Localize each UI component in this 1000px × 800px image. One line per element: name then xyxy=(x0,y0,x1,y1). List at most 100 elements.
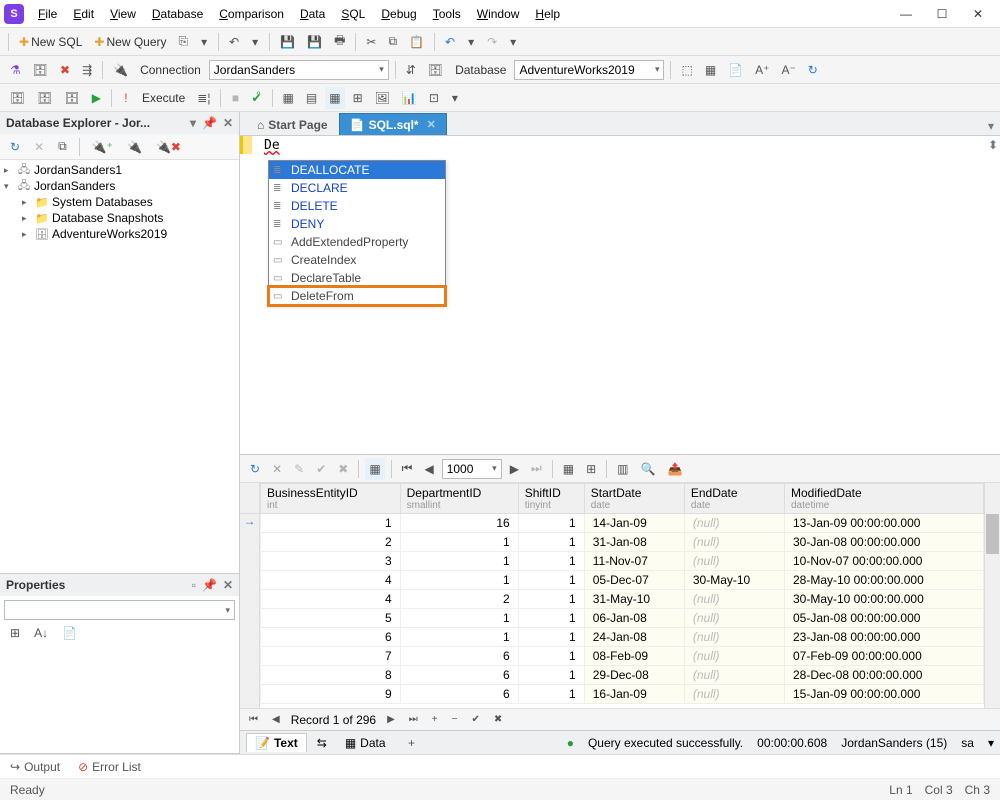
panel-close-icon[interactable]: ✕ xyxy=(223,116,233,130)
new-sql-button[interactable]: ✚New SQL xyxy=(15,31,86,53)
table-row[interactable]: 76108-Feb-09(null)07-Feb-09 00:00:00.000 xyxy=(261,647,984,666)
error-list-button[interactable]: ⊘ Error List xyxy=(78,760,141,774)
table-cell[interactable]: 15-Jan-09 00:00:00.000 xyxy=(784,685,983,704)
gridopt-3[interactable]: ▦ xyxy=(325,87,344,109)
menu-comparison[interactable]: Comparison xyxy=(213,5,290,23)
table-cell[interactable]: (null) xyxy=(684,666,784,685)
table-row[interactable]: 96116-Jan-09(null)15-Jan-09 00:00:00.000 xyxy=(261,685,984,704)
run-button[interactable]: ▶ xyxy=(88,87,105,109)
nav-last[interactable]: ⏭ xyxy=(406,714,421,725)
flask-icon[interactable]: ⚗ xyxy=(6,59,25,81)
table-cell[interactable]: 24-Jan-08 xyxy=(584,628,684,647)
table-cell[interactable]: 1 xyxy=(400,552,518,571)
table-cell[interactable]: 10-Nov-07 00:00:00.000 xyxy=(784,552,983,571)
autocomplete-item[interactable]: ≣DEALLOCATE xyxy=(269,161,445,179)
output-button[interactable]: ↪ Output xyxy=(10,760,60,774)
nav-commit[interactable]: ✔ xyxy=(468,714,482,725)
page-next-button[interactable]: ▶ xyxy=(506,458,523,480)
db3-btn[interactable]: 🗄 xyxy=(60,87,83,109)
grid-mode-button[interactable]: ▦ xyxy=(365,458,384,480)
table-cell[interactable]: 6 xyxy=(400,685,518,704)
table-cell[interactable]: 30-May-10 00:00:00.000 xyxy=(784,590,983,609)
new-conn-button[interactable]: 🔌⁺ xyxy=(88,136,117,158)
table-row[interactable]: 116114-Jan-09(null)13-Jan-09 00:00:00.00… xyxy=(261,514,984,533)
table-cell[interactable]: (null) xyxy=(684,628,784,647)
props-pin-icon[interactable]: 📌 xyxy=(202,578,217,592)
table-cell[interactable]: (null) xyxy=(684,647,784,666)
swap-tabs-icon[interactable]: ⇆ xyxy=(317,736,327,750)
table-cell[interactable]: 08-Feb-09 xyxy=(584,647,684,666)
tree-twisty[interactable]: ▸ xyxy=(22,229,32,240)
table-cell[interactable]: 31-May-10 xyxy=(584,590,684,609)
disconnect-button[interactable]: 🔌✖ xyxy=(152,136,185,158)
format-btn2[interactable]: ▦ xyxy=(701,59,720,81)
tree-twisty[interactable]: ▸ xyxy=(4,165,14,176)
table-cell[interactable]: 31-Jan-08 xyxy=(584,533,684,552)
table-cell[interactable]: 16 xyxy=(400,514,518,533)
autocomplete-popup[interactable]: ≣DEALLOCATE≣DECLARE≣DELETE≣DENY▭AddExten… xyxy=(268,160,446,306)
menu-data[interactable]: Data xyxy=(294,5,331,23)
table-row[interactable]: 86129-Dec-08(null)28-Dec-08 00:00:00.000 xyxy=(261,666,984,685)
tab-overflow-icon[interactable]: ▾ xyxy=(982,117,1000,135)
menu-window[interactable]: Window xyxy=(471,5,526,23)
page-size-combo[interactable]: 1000▾ xyxy=(442,459,502,479)
prop-pages-button[interactable]: 📄 xyxy=(58,622,81,644)
table-cell[interactable]: 14-Jan-09 xyxy=(584,514,684,533)
editor-split-icon[interactable]: ⬍ xyxy=(988,138,998,152)
results-grid[interactable]: BusinessEntityIDintDepartmentIDsmallintS… xyxy=(260,483,984,708)
table-row[interactable]: 31111-Nov-07(null)10-Nov-07 00:00:00.000 xyxy=(261,552,984,571)
table-cell[interactable]: 7 xyxy=(261,647,401,666)
grid-vscrollbar[interactable] xyxy=(984,483,1000,708)
table-cell[interactable]: 2 xyxy=(400,590,518,609)
menu-edit[interactable]: Edit xyxy=(67,5,100,23)
check-button[interactable]: ✔̊ xyxy=(247,87,265,109)
menu-sql[interactable]: SQL xyxy=(335,5,371,23)
sync-icon[interactable]: ⇵ xyxy=(402,59,420,81)
tree-twisty[interactable]: ▸ xyxy=(22,213,32,224)
cut-button[interactable]: ✂ xyxy=(362,31,380,53)
copy-node-button[interactable]: ⧉ xyxy=(54,136,71,158)
view-search-button[interactable]: 🔍 xyxy=(637,458,660,480)
table-cell[interactable]: 1 xyxy=(518,533,584,552)
nav-prev[interactable]: ◀ xyxy=(269,714,283,725)
table-cell[interactable]: 1 xyxy=(518,590,584,609)
open-dropdown[interactable]: ▾ xyxy=(196,31,212,53)
table-cell[interactable]: 30-Jan-08 00:00:00.000 xyxy=(784,533,983,552)
font-dec-button[interactable]: A⁻ xyxy=(777,59,799,81)
save-button[interactable]: 💾 xyxy=(276,31,299,53)
table-cell[interactable]: 9 xyxy=(261,685,401,704)
close-window-button[interactable]: ✕ xyxy=(968,4,988,24)
minimize-button[interactable]: — xyxy=(896,4,916,24)
conn-btn2[interactable]: 🔌 xyxy=(123,136,146,158)
gridopt-8[interactable]: ▾ xyxy=(447,87,463,109)
grid-refresh-button[interactable]: ↻ xyxy=(246,458,264,480)
table-cell[interactable]: 16-Jan-09 xyxy=(584,685,684,704)
table-cell[interactable]: 4 xyxy=(261,590,401,609)
db-plug-icon[interactable]: 🗄 xyxy=(424,59,447,81)
gridopt-6[interactable]: 📊 xyxy=(398,87,421,109)
table-cell[interactable]: 6 xyxy=(400,647,518,666)
properties-selector-combo[interactable]: ▾ xyxy=(4,600,235,620)
view-export-button[interactable]: 📤 xyxy=(663,458,686,480)
gridopt-2[interactable]: ▤ xyxy=(302,87,321,109)
table-cell[interactable]: 1 xyxy=(261,514,401,533)
undo-button[interactable]: ↶ xyxy=(441,31,459,53)
table-cell[interactable]: 1 xyxy=(400,628,518,647)
column-header[interactable]: EndDatedate xyxy=(684,484,784,514)
status-drop-icon[interactable]: ▾ xyxy=(988,736,994,750)
page-first-button[interactable]: ⏮ xyxy=(398,458,417,480)
table-cell[interactable]: 28-Dec-08 00:00:00.000 xyxy=(784,666,983,685)
props-drop-icon[interactable]: ▫ xyxy=(192,578,196,592)
table-cell[interactable]: 11-Nov-07 xyxy=(584,552,684,571)
grid-check-button[interactable]: ✔ xyxy=(312,458,330,480)
table-cell[interactable]: 3 xyxy=(261,552,401,571)
table-cell[interactable]: 1 xyxy=(518,666,584,685)
table-cell[interactable]: 07-Feb-09 00:00:00.000 xyxy=(784,647,983,666)
column-header[interactable]: ModifiedDatedatetime xyxy=(784,484,983,514)
table-cell[interactable]: 1 xyxy=(518,628,584,647)
table-row[interactable]: 41105-Dec-0730-May-1028-May-10 00:00:00.… xyxy=(261,571,984,590)
menu-tools[interactable]: Tools xyxy=(427,5,467,23)
table-cell[interactable]: (null) xyxy=(684,590,784,609)
table-cell[interactable]: 1 xyxy=(400,533,518,552)
tree-node[interactable]: ▸📁System Databases xyxy=(0,194,239,210)
